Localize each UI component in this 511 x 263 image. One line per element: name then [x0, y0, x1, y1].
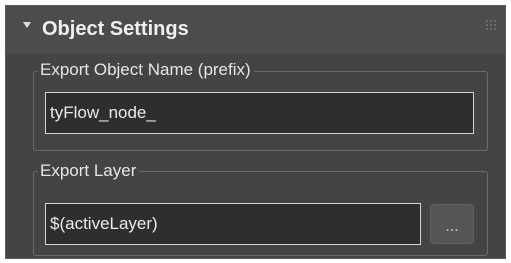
- collapse-arrow-icon[interactable]: [23, 22, 31, 28]
- export-layer-label: Export Layer: [38, 161, 140, 181]
- drag-grip-icon[interactable]: [486, 20, 498, 30]
- rollout-header[interactable]: Object Settings: [6, 6, 505, 54]
- object-settings-rollout: Object Settings Export Object Name (pref…: [5, 5, 506, 259]
- rollout-title: Object Settings: [42, 18, 189, 40]
- export-object-name-label: Export Object Name (prefix): [38, 60, 254, 80]
- browse-layer-button[interactable]: ...: [430, 204, 474, 244]
- export-object-name-input[interactable]: tyFlow_node_: [45, 92, 474, 134]
- export-layer-input[interactable]: $(activeLayer): [45, 203, 421, 245]
